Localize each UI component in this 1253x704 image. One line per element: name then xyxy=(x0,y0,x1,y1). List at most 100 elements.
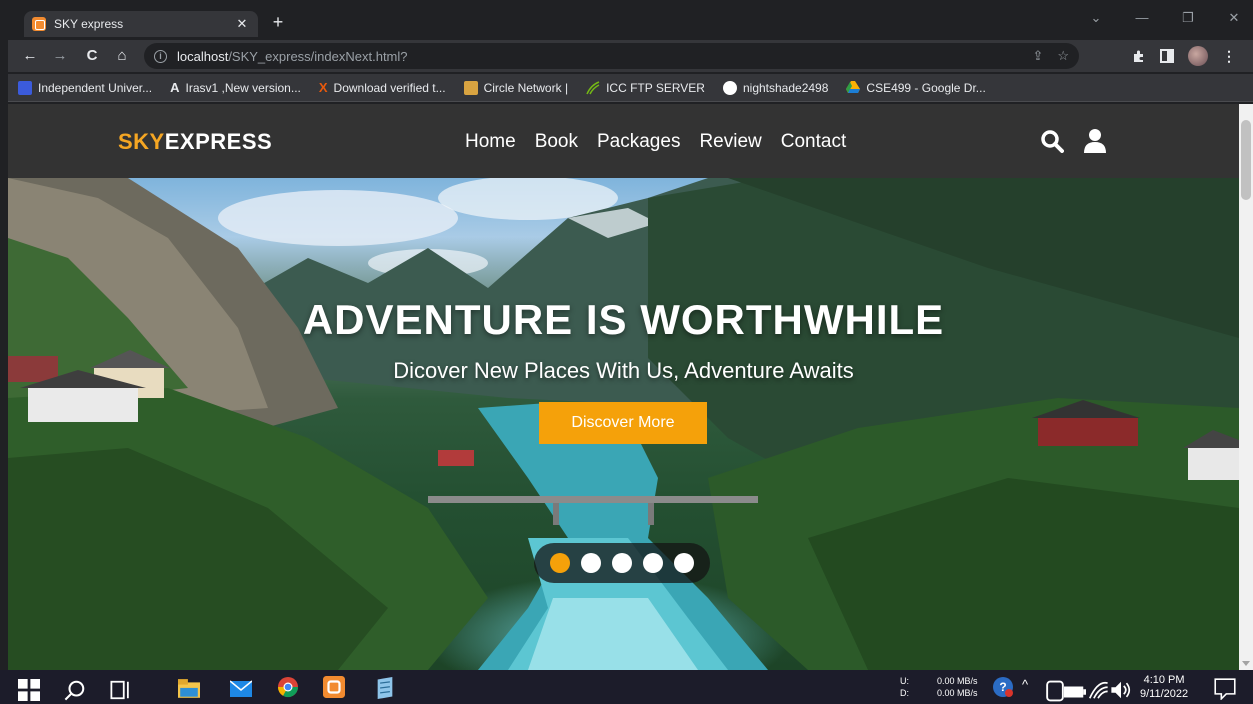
page-scrollbar[interactable] xyxy=(1239,104,1253,670)
bookmark-star-icon[interactable]: ☆ xyxy=(1057,48,1069,64)
extensions-area: ⋮ xyxy=(1132,46,1236,66)
bookmark-label: ICC FTP SERVER xyxy=(606,80,705,95)
screen: SKY express ✕ + ⌄ — ❐ ✕ ← → C ⌂ i localh… xyxy=(0,0,1253,704)
bookmark-label: CSE499 - Google Dr... xyxy=(866,80,986,95)
back-button[interactable]: ← xyxy=(20,46,40,66)
a-logo-icon: A xyxy=(170,80,180,95)
battery-icon[interactable] xyxy=(1064,681,1086,703)
home-button[interactable]: ⌂ xyxy=(112,46,132,66)
share-icon[interactable]: ⇪ xyxy=(1032,48,1043,64)
clock-time: 4:10 PM xyxy=(1143,674,1185,686)
bookmark-label: Circle Network | xyxy=(483,80,569,95)
bookmark-item[interactable]: nightshade2498 xyxy=(722,80,829,95)
user-icon[interactable] xyxy=(1084,129,1106,153)
search-icon[interactable] xyxy=(64,679,86,701)
url-host: localhost xyxy=(177,48,229,64)
windows-start-icon[interactable] xyxy=(18,679,40,701)
circle-network-icon xyxy=(463,80,478,95)
minimize-button[interactable]: — xyxy=(1131,10,1153,26)
bookmark-label: Independent Univer... xyxy=(38,80,153,95)
windows-taskbar: U: D: 0.00 MB/s 0.00 MB/s ? ^ 4:10 PM 9/… xyxy=(0,670,1253,704)
site-info-icon[interactable]: i xyxy=(154,49,167,63)
browser-toolbar: ← → C ⌂ i localhost/SKY_express/indexNex… xyxy=(8,40,1253,72)
wifi-icon[interactable] xyxy=(1087,679,1109,701)
task-view-icon[interactable] xyxy=(110,679,132,701)
slider-dots xyxy=(534,543,710,583)
logo-main-text: EXPRESS xyxy=(164,129,273,154)
slider-dot[interactable] xyxy=(550,553,570,573)
hero-subtitle: Dicover New Places With Us, Adventure Aw… xyxy=(393,358,854,383)
restore-button[interactable]: ❐ xyxy=(1177,10,1199,26)
net-down-speed: 0.00 MB/s xyxy=(937,688,978,698)
hero-banner: ADVENTURE IS WORTHWHILE Dicover New Plac… xyxy=(8,178,1239,670)
slider-dot[interactable] xyxy=(674,553,694,573)
reload-button[interactable]: C xyxy=(82,46,102,66)
github-icon xyxy=(722,80,737,95)
bookmark-item[interactable]: X Download verified t... xyxy=(319,80,446,95)
scroll-thumb[interactable] xyxy=(1241,120,1251,200)
header-icons xyxy=(1040,129,1106,153)
mail-icon[interactable] xyxy=(230,678,252,700)
window-controls: ⌄ — ❐ ✕ xyxy=(1085,10,1245,26)
bookmark-item[interactable]: Circle Network | xyxy=(463,80,569,95)
bookmark-label: Download verified t... xyxy=(333,80,446,95)
hero-title: ADVENTURE IS WORTHWHILE xyxy=(302,296,945,343)
bookmark-item[interactable]: A Irasv1 ,New version... xyxy=(170,80,301,95)
slider-dot[interactable] xyxy=(581,553,601,573)
bookmark-label: nightshade2498 xyxy=(742,80,829,95)
bookmark-label: Irasv1 ,New version... xyxy=(185,80,301,95)
logo-accent-text: SKY xyxy=(118,129,165,154)
device-tray-icon[interactable] xyxy=(1044,680,1066,702)
discover-more-button[interactable]: Discover More xyxy=(539,402,707,444)
browser-tab[interactable]: SKY express ✕ xyxy=(24,11,258,37)
nav-book-link[interactable]: Book xyxy=(535,131,578,153)
page-viewport: SKYEXPRESS Home Book Packages Review Con… xyxy=(8,104,1239,670)
show-hidden-icons-icon[interactable]: ^ xyxy=(1022,678,1028,691)
site-header: SKYEXPRESS Home Book Packages Review Con… xyxy=(8,104,1239,178)
search-icon[interactable] xyxy=(1040,129,1064,153)
net-down-label: D: xyxy=(900,688,909,698)
tab-title: SKY express xyxy=(54,17,124,31)
bookmark-item[interactable]: CSE499 - Google Dr... xyxy=(846,80,986,95)
bookmark-item[interactable]: ICC FTP SERVER xyxy=(586,81,705,95)
bookmarks-bar: Independent Univer... A Irasv1 ,New versi… xyxy=(8,74,1253,102)
nav-contact-link[interactable]: Contact xyxy=(781,131,846,153)
file-explorer-icon[interactable] xyxy=(178,678,200,700)
side-panel-icon[interactable] xyxy=(1160,49,1174,63)
nav-review-link[interactable]: Review xyxy=(699,131,761,153)
nav-packages-link[interactable]: Packages xyxy=(597,131,680,153)
scroll-down-arrow-icon[interactable] xyxy=(1242,661,1250,666)
net-up-speed: 0.00 MB/s xyxy=(937,676,978,686)
chrome-icon[interactable] xyxy=(277,676,299,698)
net-up-label: U: xyxy=(900,676,909,686)
slider-dot[interactable] xyxy=(612,553,632,573)
url-path: /SKY_express/indexNext.html? xyxy=(228,48,408,64)
slider-dot[interactable] xyxy=(643,553,663,573)
close-tab-icon[interactable]: ✕ xyxy=(234,16,250,32)
site-logo[interactable]: SKYEXPRESS xyxy=(118,129,272,155)
volume-icon[interactable] xyxy=(1110,679,1132,701)
notification-center-icon[interactable] xyxy=(1214,678,1236,700)
profile-avatar[interactable] xyxy=(1188,46,1208,66)
system-clock[interactable]: 4:10 PM 9/11/2022 xyxy=(1140,673,1188,701)
site-favicon-icon xyxy=(32,17,46,31)
help-tray-icon[interactable]: ? xyxy=(992,676,1014,698)
university-icon xyxy=(18,80,32,95)
clock-date: 9/11/2022 xyxy=(1140,688,1189,700)
tab-search-icon[interactable]: ⌄ xyxy=(1085,10,1107,26)
main-nav: Home Book Packages Review Contact xyxy=(465,131,846,153)
address-bar[interactable]: i localhost/SKY_express/indexNext.html? … xyxy=(144,43,1079,69)
x-logo-icon: X xyxy=(318,80,328,95)
close-window-button[interactable]: ✕ xyxy=(1223,10,1245,26)
tab-strip: SKY express ✕ + ⌄ — ❐ ✕ xyxy=(8,8,1253,37)
browser-menu-icon[interactable]: ⋮ xyxy=(1222,48,1236,65)
forward-button[interactable]: → xyxy=(50,46,70,66)
nav-home-link[interactable]: Home xyxy=(465,131,516,153)
xampp-icon[interactable] xyxy=(323,676,345,698)
extensions-puzzle-icon[interactable] xyxy=(1132,49,1146,63)
new-tab-button[interactable]: + xyxy=(266,12,290,33)
ftp-server-icon xyxy=(586,80,600,94)
google-drive-icon xyxy=(846,81,861,93)
bookmark-item[interactable]: Independent Univer... xyxy=(18,80,153,95)
notepad-icon[interactable] xyxy=(374,677,396,699)
